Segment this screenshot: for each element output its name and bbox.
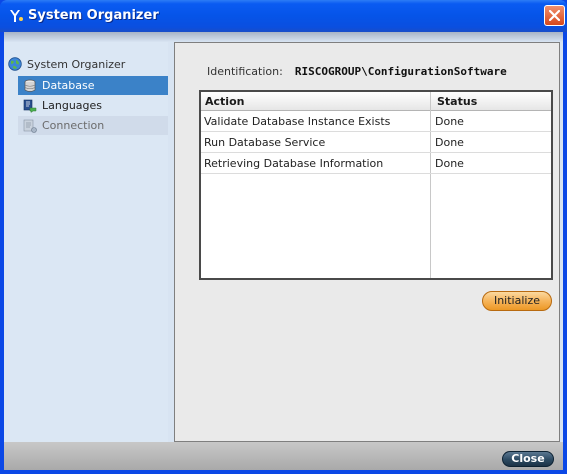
window-close-button[interactable] <box>544 5 565 26</box>
table-row[interactable]: Validate Database Instance Exists Done <box>201 111 551 132</box>
close-icon <box>549 10 560 21</box>
sidebar-item-label: Connection <box>42 119 105 132</box>
column-header-status[interactable]: Status <box>437 95 477 108</box>
title-bar[interactable]: System Organizer <box>0 0 567 32</box>
cell-action: Run Database Service <box>204 136 326 149</box>
sidebar-item-label: Database <box>42 79 95 92</box>
initialize-button[interactable]: Initialize <box>482 291 552 311</box>
sidebar-item-database[interactable]: Database <box>18 76 168 95</box>
window-client: System Organizer Database Languages Conn… <box>4 32 563 470</box>
cell-status: Done <box>435 157 464 170</box>
cell-status: Done <box>435 115 464 128</box>
table-row[interactable]: Retrieving Database Information Done <box>201 153 551 174</box>
sidebar-item-label: Languages <box>42 99 103 112</box>
globe-icon <box>8 57 22 71</box>
languages-icon <box>23 99 37 113</box>
identification-value: RISCOGROUP\ConfigurationSoftware <box>294 65 507 78</box>
cell-action: Validate Database Instance Exists <box>204 115 391 128</box>
sidebar-item-languages[interactable]: Languages <box>18 96 168 115</box>
sidebar: System Organizer Database Languages Conn… <box>4 42 168 442</box>
cell-action: Retrieving Database Information <box>204 157 384 170</box>
column-header-action[interactable]: Action <box>205 95 244 108</box>
tree-root-label: System Organizer <box>27 57 126 71</box>
app-icon <box>10 10 23 22</box>
database-panel: Identification: RISCOGROUP\Configuration… <box>174 42 560 442</box>
footer-bar <box>4 442 563 470</box>
table-row[interactable]: Run Database Service Done <box>201 132 551 153</box>
actions-table: Action Status Validate Database Instance… <box>199 90 553 280</box>
identification-row: Identification: RISCOGROUP\Configuration… <box>207 65 507 78</box>
tree-root-system-organizer[interactable]: System Organizer <box>8 56 125 72</box>
close-button[interactable]: Close <box>502 451 554 467</box>
table-header: Action Status <box>201 92 551 111</box>
window-title: System Organizer <box>28 8 159 23</box>
header-strip <box>4 32 563 42</box>
database-icon <box>24 79 36 92</box>
sidebar-item-connection[interactable]: Connection <box>18 116 168 135</box>
identification-label: Identification: <box>207 65 283 78</box>
cell-status: Done <box>435 136 464 149</box>
connection-icon <box>23 119 37 133</box>
